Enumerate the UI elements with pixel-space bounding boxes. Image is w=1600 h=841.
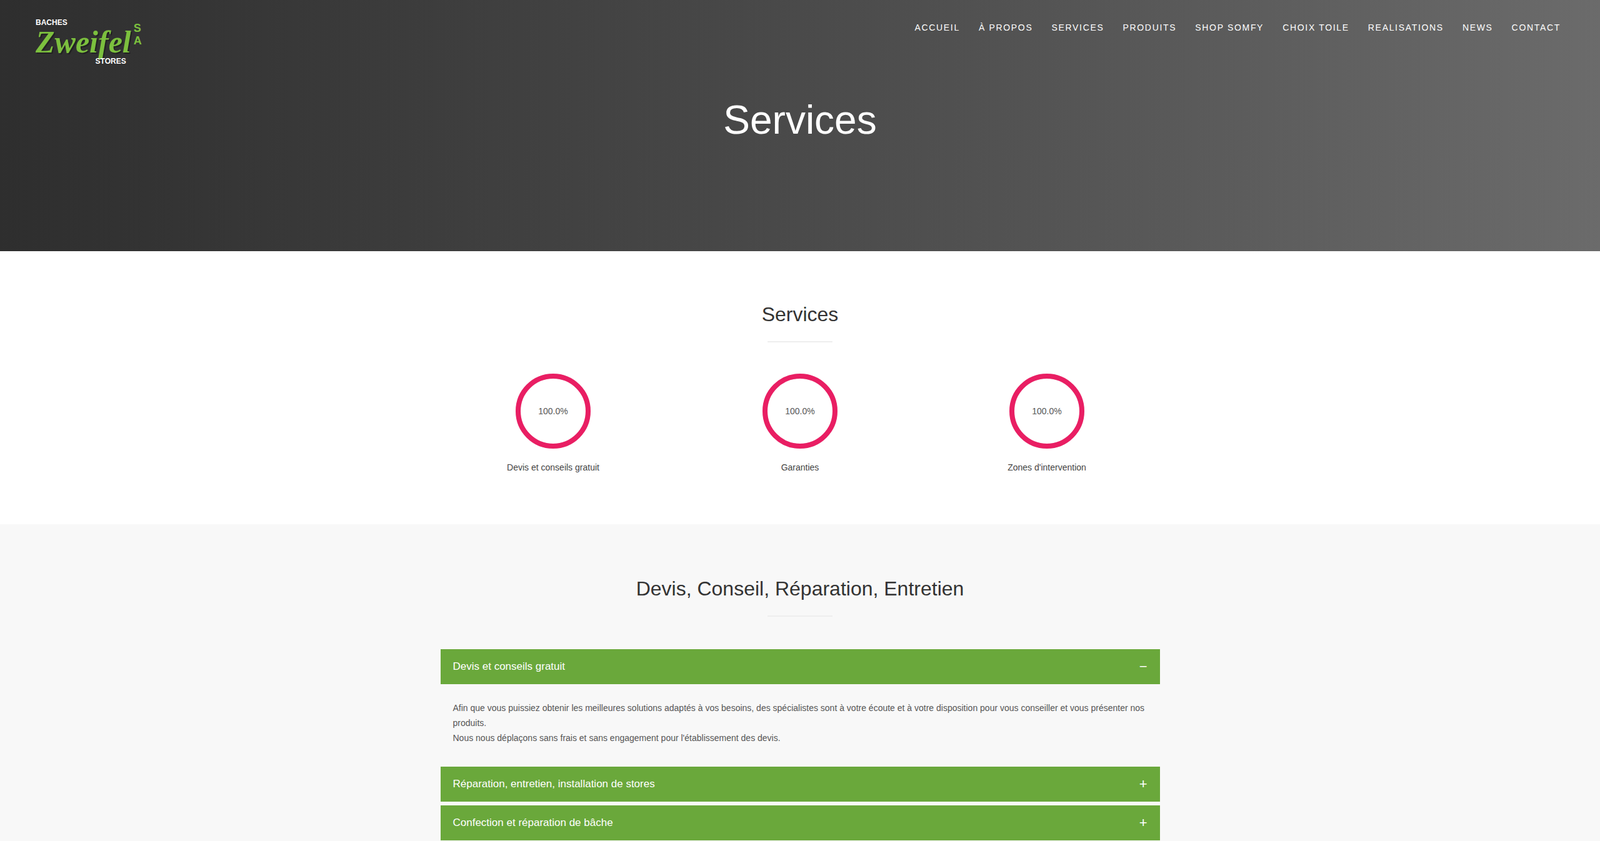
stat-label: Garanties bbox=[781, 461, 820, 475]
logo[interactable]: BACHESZweifelSTORES SA bbox=[35, 18, 145, 65]
hero-title: Services bbox=[723, 90, 877, 150]
nav-item[interactable]: SERVICES bbox=[1051, 21, 1104, 35]
section-title: Services bbox=[761, 301, 839, 328]
accordion-title: Confection et réparation de bâche bbox=[453, 815, 614, 832]
accordion-header[interactable]: Réparation, entretien, installation de s… bbox=[440, 766, 1160, 802]
plus-icon: + bbox=[1139, 816, 1148, 830]
logo-bottom: STORES bbox=[95, 57, 127, 65]
stat: 100.0% Garanties bbox=[761, 372, 839, 475]
accordion-item: Devis et conseils gratuit − Afin que vous … bbox=[440, 649, 1160, 764]
nav-item[interactable]: PRODUITS bbox=[1122, 21, 1177, 35]
title-divider bbox=[767, 615, 833, 617]
nav-item[interactable]: À PROPOS bbox=[978, 21, 1034, 35]
accordion-body: Afin que vous puissiez obtenir les meill… bbox=[440, 684, 1160, 764]
body-text: Nous nous déplaçons sans frais et sans e… bbox=[453, 730, 1148, 746]
plus-icon: + bbox=[1139, 777, 1148, 792]
accordion-title: Réparation, entretien, installation de s… bbox=[453, 776, 655, 793]
progress-ring: 100.0% bbox=[1008, 372, 1086, 450]
ring-reading: 100.0% bbox=[538, 405, 568, 419]
main-nav: ACCUEIL À PROPOS SERVICES PRODUITS SHOP SOMF… bbox=[914, 18, 1561, 35]
accordion-item: Confection et réparation de bâche + bbox=[440, 805, 1160, 841]
logo-name: Zweifel bbox=[35, 26, 132, 58]
accordion-item: Réparation, entretien, installation de s… bbox=[440, 766, 1160, 802]
progress-ring: 100.0% bbox=[514, 372, 592, 450]
nav-item[interactable]: NEWS bbox=[1462, 21, 1494, 35]
logo-suffix: SA bbox=[133, 22, 145, 48]
ring-reading: 100.0% bbox=[1031, 405, 1062, 419]
stat-label: Zones d'intervention bbox=[1007, 461, 1087, 475]
page: BACHESZweifelSTORES SA ACCUEIL À PROPOS SERV… bbox=[0, 0, 1600, 841]
title-divider bbox=[767, 341, 833, 343]
nav-item[interactable]: ACCUEIL bbox=[914, 21, 960, 35]
nav-item[interactable]: CHOIX TOILE bbox=[1282, 21, 1350, 35]
minus-icon: − bbox=[1139, 660, 1148, 674]
stats-section: Services100.0%Devis et conseils gratuit1… bbox=[0, 251, 1600, 525]
nav-item[interactable]: CONTACT bbox=[1511, 21, 1561, 35]
accordion: Devis et conseils gratuit − Afin que vous … bbox=[440, 649, 1160, 841]
accordion-title: Devis et conseils gratuit bbox=[453, 658, 566, 675]
nav-item[interactable]: SHOP SOMFY bbox=[1195, 21, 1264, 35]
accordion-section: Devis, Conseil, Réparation, Entretien Dev… bbox=[0, 524, 1600, 841]
section-title: Devis, Conseil, Réparation, Entretien bbox=[636, 575, 965, 602]
progress-ring: 100.0% bbox=[761, 372, 839, 450]
accordion-header[interactable]: Confection et réparation de bâche + bbox=[440, 805, 1160, 841]
stat: 100.0%Devis et conseils gratuit bbox=[514, 372, 592, 475]
accordion-header[interactable]: Devis et conseils gratuit − bbox=[440, 649, 1160, 685]
stat-label: Devis et conseils gratuit bbox=[506, 461, 600, 475]
hero: BACHESZweifelSTORES SA ACCUEIL À PROPOS SERV… bbox=[0, 0, 1600, 252]
nav-item[interactable]: REALISATIONS bbox=[1368, 21, 1444, 35]
ring-reading: 100.0% bbox=[785, 405, 815, 419]
logo-top: BACHES bbox=[35, 18, 132, 27]
body-text: Afin que vous puissiez obtenir les meill… bbox=[453, 700, 1148, 731]
stat: 100.0% Zones d'intervention bbox=[1008, 372, 1086, 475]
